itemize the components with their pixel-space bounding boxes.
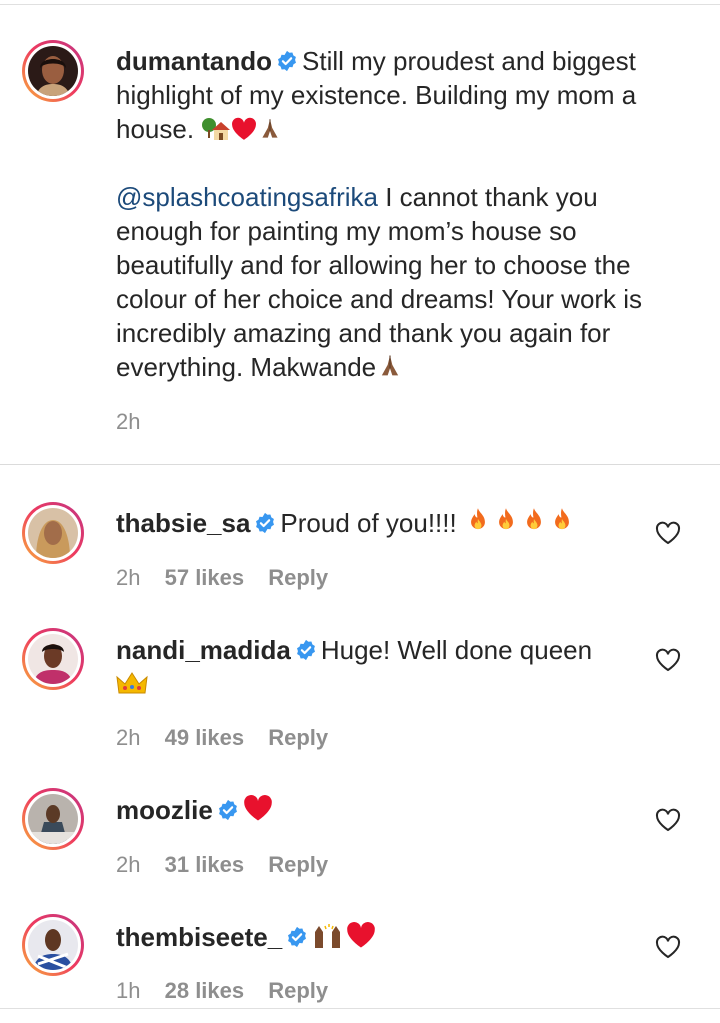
caption-meta: 2h	[116, 409, 158, 435]
comment-username[interactable]: thabsie_sa	[116, 508, 250, 538]
caption-line: colour of her choice and dreams! Your wo…	[116, 284, 643, 314]
comment: thembiseete_	[116, 920, 376, 954]
likes-count[interactable]: 31 likes	[165, 852, 245, 877]
avatar[interactable]	[22, 788, 84, 850]
comment-text: Huge! Well done queen	[320, 635, 593, 665]
mention-link[interactable]: @splashcoatingsafrika	[116, 182, 378, 212]
caption-line: Still my proudest and biggest	[302, 46, 636, 76]
comment-username[interactable]: moozlie	[116, 795, 213, 825]
caption-line: house.	[116, 114, 195, 144]
caption-line: incredibly amazing and thank you again f…	[116, 318, 611, 348]
comment: thabsie_sa Proud of you!!!!	[116, 506, 576, 540]
likes-count[interactable]: 28 likes	[165, 978, 245, 1003]
timestamp: 1h	[116, 978, 141, 1003]
fire-emoji-icon	[499, 508, 513, 530]
reply-button[interactable]: Reply	[268, 852, 328, 877]
like-heart-icon[interactable]	[655, 807, 681, 833]
comment-meta: 2h 57 likes Reply	[116, 565, 346, 591]
caption-username[interactable]: dumantando	[116, 46, 272, 76]
caption-divider	[0, 464, 720, 465]
caption-line: everything. Makwande	[116, 352, 377, 382]
timestamp: 2h	[116, 852, 141, 877]
verified-badge-icon	[295, 639, 316, 661]
fire-emoji-icon	[555, 508, 569, 530]
timestamp: 2h	[116, 565, 141, 590]
folded-hands-emoji-icon	[262, 118, 279, 139]
caption-text: dumantando Still my proudest and biggest …	[116, 44, 642, 384]
crown-emoji-icon	[116, 672, 148, 694]
red-heart-emoji-icon	[232, 117, 257, 140]
comment-meta: 2h 49 likes Reply	[116, 725, 346, 751]
like-heart-icon[interactable]	[655, 647, 681, 673]
comment-meta: 2h 31 likes Reply	[116, 852, 346, 878]
avatar[interactable]	[22, 502, 84, 564]
bottom-divider	[0, 1008, 720, 1009]
comment: nandi_madida Huge! Well done queen	[116, 633, 592, 701]
comment-username[interactable]: thembiseete_	[116, 922, 282, 952]
caption-line: highlight of my existence. Building my m…	[116, 80, 637, 110]
folded-hands-emoji-icon	[381, 354, 399, 376]
comment-meta: 1h 28 likes Reply	[116, 978, 346, 1004]
like-heart-icon[interactable]	[655, 520, 681, 546]
red-heart-emoji-icon	[347, 922, 376, 948]
caption-line: I cannot thank you	[377, 182, 598, 212]
house-with-tree-emoji-icon	[202, 118, 231, 140]
verified-badge-icon	[217, 799, 238, 821]
avatar[interactable]	[22, 40, 84, 102]
timestamp: 2h	[116, 725, 141, 750]
comment-text: Proud of you!!!!	[280, 508, 457, 538]
verified-badge-icon	[287, 926, 308, 948]
raising-hands-emoji-icon	[315, 924, 341, 948]
fire-emoji-icon	[527, 508, 541, 530]
reply-button[interactable]: Reply	[268, 978, 328, 1003]
caption-line: beautifully and for allowing her to choo…	[116, 250, 631, 280]
timestamp: 2h	[116, 409, 141, 434]
comment: moozlie	[116, 793, 273, 827]
avatar[interactable]	[22, 914, 84, 976]
top-divider	[0, 4, 720, 5]
comment-username[interactable]: nandi_madida	[116, 635, 291, 665]
verified-badge-icon	[276, 50, 298, 72]
likes-count[interactable]: 57 likes	[165, 565, 245, 590]
like-heart-icon[interactable]	[655, 934, 681, 960]
likes-count[interactable]: 49 likes	[165, 725, 245, 750]
fire-emoji-icon	[471, 508, 485, 530]
caption-line: enough for painting my mom’s house so	[116, 216, 577, 246]
avatar[interactable]	[22, 628, 84, 690]
reply-button[interactable]: Reply	[268, 565, 328, 590]
reply-button[interactable]: Reply	[268, 725, 328, 750]
red-heart-emoji-icon	[243, 795, 272, 821]
verified-badge-icon	[255, 512, 276, 534]
